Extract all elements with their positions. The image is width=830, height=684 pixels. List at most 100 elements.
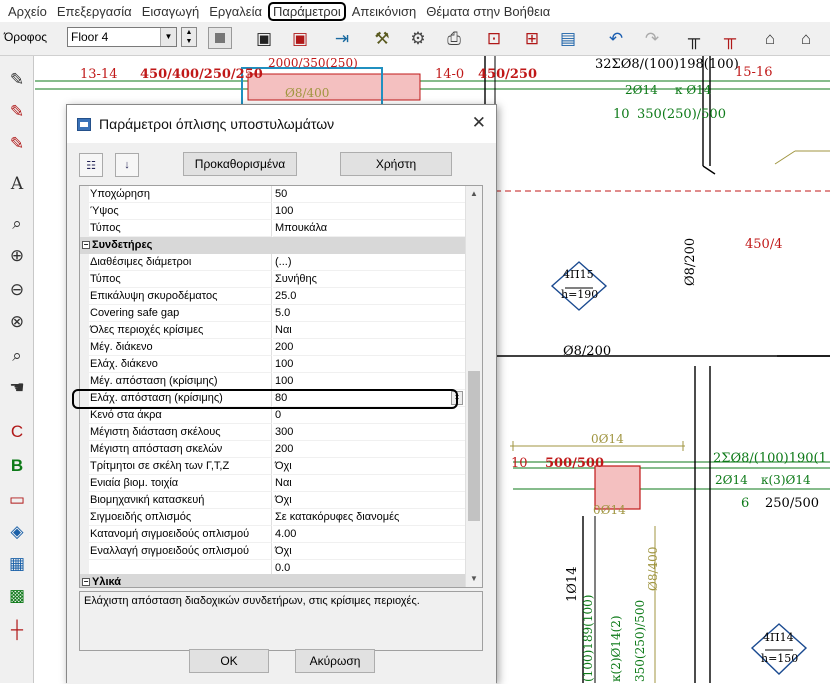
- property-value[interactable]: Όχι: [273, 458, 467, 475]
- dimension-icon[interactable]: ┼: [3, 616, 31, 644]
- property-value[interactable]: 0: [273, 407, 467, 424]
- save-icon[interactable]: ▣: [251, 26, 277, 52]
- close-icon[interactable]: ✕: [472, 113, 486, 133]
- edit-2-icon[interactable]: ✎: [3, 130, 31, 158]
- edit-icon[interactable]: ✎: [3, 98, 31, 126]
- house-icon[interactable]: ⌂: [757, 26, 783, 52]
- diamond-icon[interactable]: ◈: [3, 518, 31, 546]
- property-row[interactable]: Τύπος Συνήθης: [89, 271, 467, 288]
- property-value[interactable]: Συνήθης: [273, 271, 467, 288]
- collapse-icon[interactable]: −: [82, 241, 90, 250]
- slab-icon[interactable]: ▭: [3, 486, 31, 514]
- zoom-window-icon[interactable]: ⌕: [3, 210, 31, 238]
- import-icon[interactable]: ⇥: [329, 26, 355, 52]
- property-row[interactable]: Μέγιστη απόσταση σκελών 200: [89, 441, 467, 458]
- zoom-out-icon[interactable]: ⊖: [3, 276, 31, 304]
- reinforcement-icon[interactable]: ⊞: [519, 26, 545, 52]
- menu-insert[interactable]: Εισαγωγή: [138, 2, 203, 21]
- property-value[interactable]: 25.0: [273, 288, 467, 305]
- menu-edit[interactable]: Επεξεργασία: [53, 2, 136, 21]
- floor-spinner[interactable]: ▲ ▼: [181, 27, 197, 47]
- property-row[interactable]: Βιομηχανική κατασκευή Όχι: [89, 492, 467, 509]
- category-materials[interactable]: − Υλικά: [80, 574, 467, 587]
- zoom-in-icon[interactable]: ⊕: [3, 242, 31, 270]
- property-row[interactable]: Σιγμοειδής οπλισμός Σε κατακόρυφες διανομ…: [89, 509, 467, 526]
- print-icon[interactable]: ⎙: [441, 26, 467, 52]
- draw-icon[interactable]: ✎: [3, 66, 31, 94]
- property-value[interactable]: 5.0: [273, 305, 467, 322]
- ok-button[interactable]: OK: [189, 649, 269, 673]
- property-value[interactable]: Σε κατακόρυφες διανομές: [273, 509, 467, 526]
- chevron-down-icon[interactable]: ▼: [160, 28, 176, 46]
- floor-select[interactable]: Floor 4 ▼: [67, 27, 177, 47]
- categorized-icon[interactable]: ☷: [79, 153, 103, 177]
- property-value[interactable]: 100: [273, 356, 467, 373]
- spin-down-icon[interactable]: ▼: [182, 37, 196, 46]
- beam-red-icon[interactable]: ╥: [717, 26, 743, 52]
- collapse-icon[interactable]: −: [82, 578, 90, 587]
- property-row[interactable]: Ενιαία βιομ. τοιχία Ναι: [89, 475, 467, 492]
- property-value[interactable]: Ναι: [273, 322, 467, 339]
- beam-b-icon[interactable]: B: [3, 452, 31, 480]
- zoom-realtime-icon[interactable]: ⌕: [3, 342, 31, 370]
- property-value[interactable]: 300: [273, 424, 467, 441]
- property-row[interactable]: Κατανομή σιγμοειδούς οπλισμού 4.00: [89, 526, 467, 543]
- menu-file[interactable]: Αρχείο: [4, 2, 51, 21]
- zoom-extents-icon[interactable]: ⊗: [3, 308, 31, 336]
- scroll-up-icon[interactable]: ▲: [466, 186, 482, 202]
- property-row[interactable]: Τρίτμητοι σε σκέλη των Γ,Τ,Ζ Όχι: [89, 458, 467, 475]
- redo-icon[interactable]: ↷: [639, 26, 665, 52]
- property-value[interactable]: 50: [273, 186, 467, 203]
- column-icon[interactable]: C: [3, 418, 31, 446]
- undo-icon[interactable]: ↶: [603, 26, 629, 52]
- menu-view[interactable]: Απεικόνιση: [348, 2, 421, 21]
- menu-help[interactable]: Θέματα στην Βοήθεια: [422, 2, 554, 21]
- 3d-house-icon[interactable]: ⌂: [793, 26, 819, 52]
- property-value[interactable]: Μπουκάλα: [273, 220, 467, 237]
- stop-button[interactable]: [208, 27, 232, 49]
- property-value[interactable]: (...): [273, 254, 467, 271]
- property-row[interactable]: Τύπος Μπουκάλα: [89, 220, 467, 237]
- user-button[interactable]: Χρήστη: [340, 152, 452, 176]
- pan-icon[interactable]: ☚: [3, 374, 31, 402]
- menu-tools[interactable]: Εργαλεία: [205, 2, 266, 21]
- property-row[interactable]: Ύψος 100: [89, 203, 467, 220]
- property-row[interactable]: Μέγιστη διάσταση σκέλους 300: [89, 424, 467, 441]
- section-icon[interactable]: ⊡: [481, 26, 507, 52]
- scroll-thumb[interactable]: [468, 371, 480, 521]
- property-row[interactable]: Μέγ. διάκενο 200: [89, 339, 467, 356]
- defaults-button[interactable]: Προκαθορισμένα: [183, 152, 297, 176]
- property-row[interactable]: Covering safe gap 5.0: [89, 305, 467, 322]
- cancel-button[interactable]: Ακύρωση: [295, 649, 375, 673]
- scroll-down-icon[interactable]: ▼: [466, 571, 482, 587]
- preview-icon[interactable]: ⚙: [405, 26, 431, 52]
- property-row[interactable]: Διαθέσιμες διάμετροι (...): [89, 254, 467, 271]
- property-row[interactable]: Εναλλαγή σιγμοειδούς οπλισμού Όχι: [89, 543, 467, 560]
- foundation-icon[interactable]: ▩: [3, 582, 31, 610]
- property-row[interactable]: Όλες περιοχές κρίσιμες Ναι: [89, 322, 467, 339]
- property-row[interactable]: Μέγ. απόσταση (κρίσιμης) 100: [89, 373, 467, 390]
- property-row[interactable]: Κενό στα άκρα 0: [89, 407, 467, 424]
- category-ties[interactable]: − Συνδετήρες: [80, 237, 467, 254]
- menu-parameters[interactable]: Παράμετροι: [267, 1, 346, 21]
- save-as-icon[interactable]: ▣: [287, 26, 313, 52]
- tools-icon[interactable]: ⚒: [369, 26, 395, 52]
- export-icon[interactable]: ▤: [555, 26, 581, 52]
- property-row[interactable]: Ελάχ. διάκενο 100: [89, 356, 467, 373]
- grid-icon[interactable]: ▦: [3, 550, 31, 578]
- property-value[interactable]: 200: [273, 339, 467, 356]
- grid-scrollbar[interactable]: ▲ ▼: [465, 186, 482, 587]
- property-value[interactable]: Όχι: [273, 543, 467, 560]
- property-value[interactable]: 4.00: [273, 526, 467, 543]
- property-row[interactable]: Υποχώρηση 50: [89, 186, 467, 203]
- property-grid[interactable]: Υποχώρηση 50 Ύψος 100 Τύπος Μπουκάλα − Συνδε…: [79, 185, 483, 588]
- property-value[interactable]: 100: [273, 203, 467, 220]
- property-value[interactable]: Ναι: [273, 475, 467, 492]
- property-value[interactable]: 200: [273, 441, 467, 458]
- spin-up-icon[interactable]: ▲: [182, 28, 196, 37]
- text-icon[interactable]: A: [3, 170, 31, 198]
- property-value[interactable]: Όχι: [273, 492, 467, 509]
- property-value[interactable]: 100: [273, 373, 467, 390]
- beam-icon[interactable]: ╥: [681, 26, 707, 52]
- property-row[interactable]: Επικάλυψη σκυροδέματος 25.0: [89, 288, 467, 305]
